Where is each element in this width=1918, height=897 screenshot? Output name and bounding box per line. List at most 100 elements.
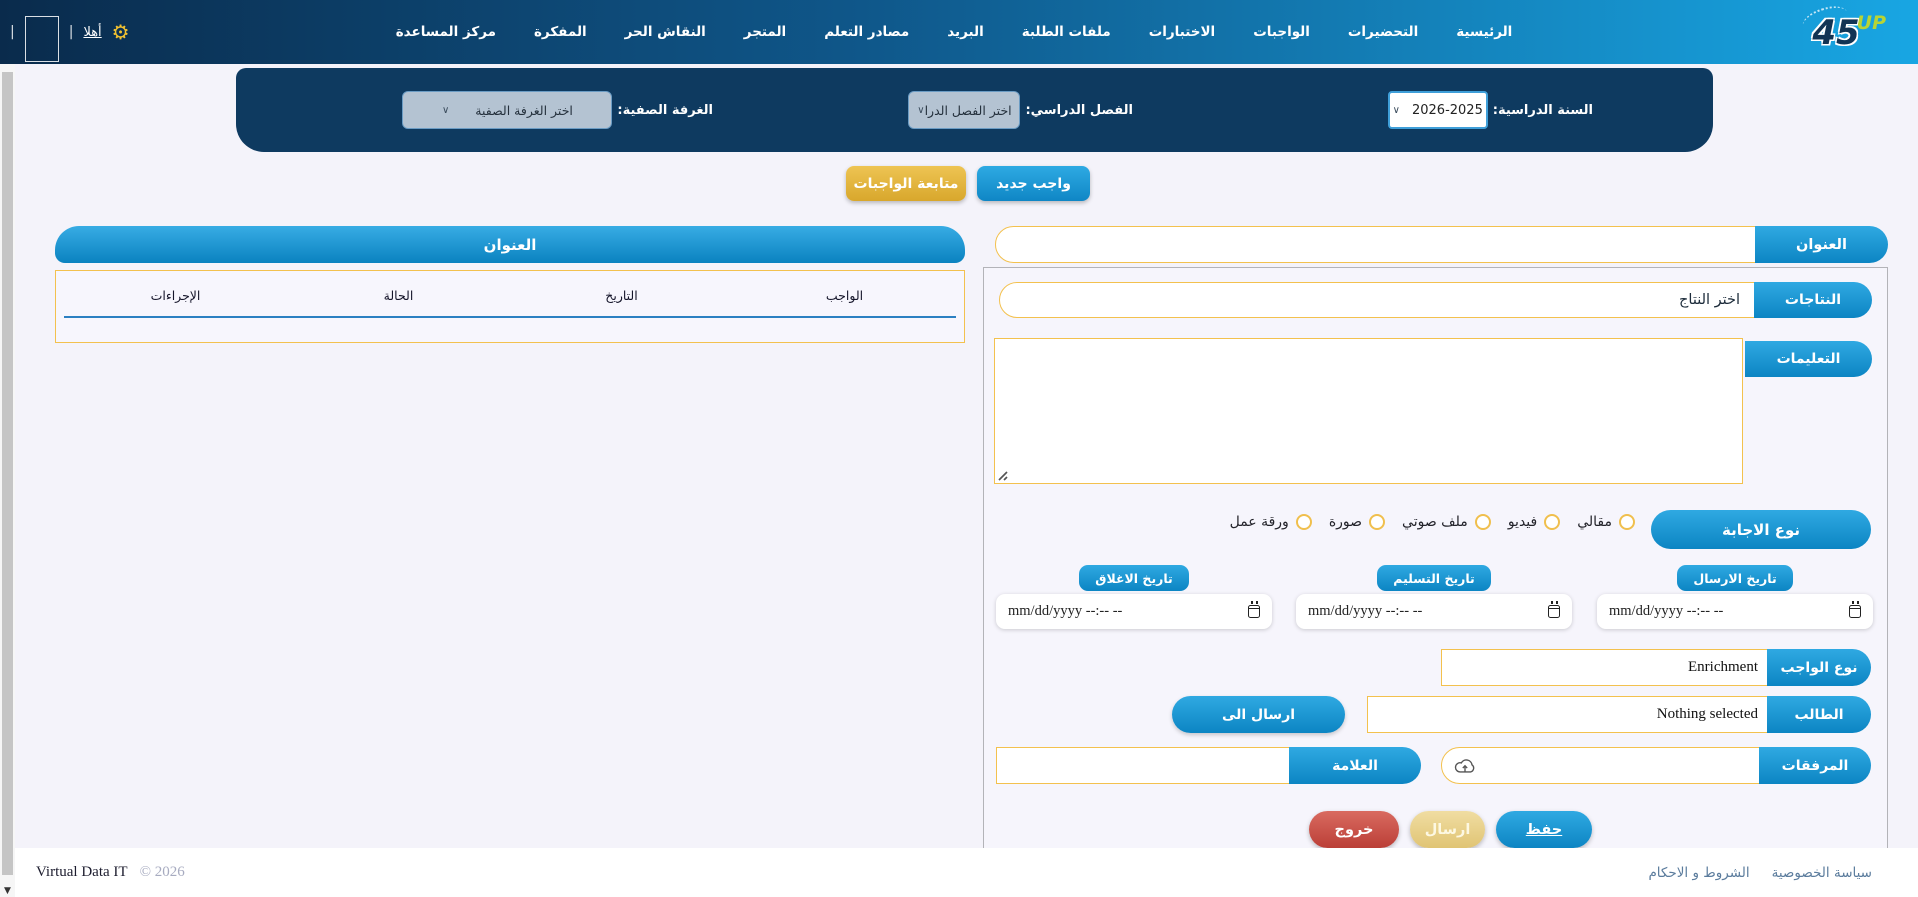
answer-type-audio[interactable]: ملف صوتي — [1402, 514, 1491, 530]
title-label: العنوان — [1755, 226, 1888, 263]
chevron-down-icon: ∨ — [917, 105, 924, 116]
nav-item-exams[interactable]: الاختبارات — [1149, 24, 1215, 40]
instructions-label: التعليمات — [1745, 341, 1872, 377]
exit-button[interactable]: خروج — [1309, 811, 1399, 848]
classroom-filter-group: الغرفة الصفية: اختر الغرفة الصفية ∨ — [402, 90, 713, 130]
classroom-select[interactable]: اختر الغرفة الصفية ∨ — [402, 91, 612, 129]
answer-type-essay[interactable]: مقالي — [1577, 514, 1635, 530]
logo-up-text: UP — [1857, 14, 1886, 33]
classroom-label: الغرفة الصفية: — [617, 103, 713, 118]
answer-type-options: مقالي فيديو ملف صوتي صورة ورقة عمل — [1230, 514, 1635, 530]
answer-type-worksheet[interactable]: ورقة عمل — [1230, 514, 1312, 530]
delivery-date-value: mm/dd/yyyy --:-- -- — [1308, 603, 1422, 620]
new-assignment-button[interactable]: واجب جديد — [977, 166, 1090, 201]
attachments-upload-area[interactable] — [1441, 747, 1761, 784]
avatar[interactable] — [25, 16, 59, 62]
save-button[interactable]: حفظ — [1496, 811, 1592, 848]
attachments-label: المرفقات — [1759, 747, 1871, 784]
nav-item-home[interactable]: الرئيسية — [1456, 24, 1512, 40]
assignment-type-input[interactable] — [1441, 649, 1769, 686]
semester-filter-group: الفصل الدراسي: اختر الفصل الدرا ∨ — [908, 90, 1133, 130]
terms-link[interactable]: الشروط و الاحكام — [1648, 865, 1749, 881]
year-label: السنة الدراسية: — [1493, 103, 1593, 118]
answer-type-image[interactable]: صورة — [1329, 514, 1385, 530]
column-assignment: الواجب — [733, 288, 956, 303]
privacy-policy-link[interactable]: سياسة الخصوصية — [1772, 865, 1872, 881]
closing-date-input[interactable]: mm/dd/yyyy --:-- -- — [996, 594, 1272, 629]
answer-type-image-label: صورة — [1329, 514, 1362, 530]
student-label: الطالب — [1767, 696, 1871, 733]
radio-icon[interactable] — [1475, 514, 1491, 530]
answer-type-video[interactable]: فيديو — [1508, 514, 1560, 530]
nav-item-discussion[interactable]: النقاش الحر — [625, 24, 706, 40]
radio-icon[interactable] — [1369, 514, 1385, 530]
chevron-down-icon: ∨ — [1393, 105, 1400, 116]
calendar-icon[interactable] — [1849, 605, 1861, 618]
delivery-date-input[interactable]: mm/dd/yyyy --:-- -- — [1296, 594, 1572, 629]
nav-item-notebook[interactable]: المفكرة — [534, 24, 587, 40]
form-buttons-row: حفظ ارسال خروج — [1309, 811, 1592, 848]
nav-item-store[interactable]: المتجر — [744, 24, 786, 40]
assignment-form-panel: النتاجات التعليمات نوع الاجابة مقالي فيد… — [983, 267, 1888, 855]
nav-item-assignments[interactable]: الواجبات — [1253, 24, 1310, 40]
assignments-table: الواجب التاريخ الحالة الإجراءات — [55, 270, 965, 343]
app-logo[interactable]: 45 UP — [1812, 16, 1886, 50]
nav-item-learning-resources[interactable]: مصادر التعلم — [824, 24, 909, 40]
action-buttons-row: واجب جديد متابعة الواجبات — [846, 166, 1090, 201]
nav-item-mail[interactable]: البريد — [947, 24, 983, 40]
footer-links: سياسة الخصوصية الشروط و الاحكام — [1648, 865, 1872, 881]
year-filter-group: السنة الدراسية: 2026-2025 ∨ — [1388, 90, 1593, 130]
column-actions: الإجراءات — [64, 288, 287, 303]
greeting-link[interactable]: أهلا — [83, 25, 101, 40]
closing-date-value: mm/dd/yyyy --:-- -- — [1008, 603, 1122, 620]
classroom-select-value: اختر الغرفة الصفية — [475, 103, 573, 118]
upload-cloud-icon — [1454, 757, 1476, 774]
instructions-textarea[interactable] — [994, 338, 1743, 484]
top-navbar: 45 UP الرئيسية التحضيرات الواجبات الاختب… — [0, 0, 1918, 64]
mark-input[interactable] — [996, 747, 1291, 784]
send-button[interactable]: ارسال — [1410, 811, 1485, 848]
answer-type-essay-label: مقالي — [1577, 514, 1612, 530]
semester-select[interactable]: اختر الفصل الدرا ∨ — [908, 91, 1020, 129]
calendar-icon[interactable] — [1548, 605, 1560, 618]
answer-type-worksheet-label: ورقة عمل — [1230, 514, 1289, 530]
nav-item-preparations[interactable]: التحضيرات — [1348, 24, 1418, 40]
separator: | — [69, 24, 74, 40]
outcomes-input[interactable] — [999, 282, 1757, 318]
separator: | — [10, 24, 15, 40]
closing-date-label: تاريخ الاغلاق — [1079, 565, 1188, 591]
title-input[interactable] — [995, 226, 1758, 263]
delivery-date-group: تاريخ التسليم mm/dd/yyyy --:-- -- — [1296, 565, 1572, 629]
nav-item-help-center[interactable]: مركز المساعدة — [396, 24, 496, 40]
answer-type-audio-label: ملف صوتي — [1402, 514, 1468, 530]
assignments-list-header: العنوان — [55, 226, 965, 263]
radio-icon[interactable] — [1544, 514, 1560, 530]
gear-icon[interactable]: ⚙ — [112, 22, 130, 42]
page: 45 UP الرئيسية التحضيرات الواجبات الاختب… — [0, 0, 1918, 897]
user-area: ⚙ أهلا | | — [10, 16, 130, 48]
student-input[interactable] — [1367, 696, 1769, 733]
copyright-text: © 2026 — [140, 864, 185, 881]
footer-company-area: Virtual Data IT © 2026 — [36, 864, 185, 881]
semester-label: الفصل الدراسي: — [1025, 103, 1133, 118]
send-date-group: تاريخ الارسال mm/dd/yyyy --:-- -- — [1597, 565, 1873, 629]
chevron-down-icon: ∨ — [442, 105, 449, 116]
scrollbar-thumb[interactable] — [2, 72, 13, 875]
send-to-button[interactable]: ارسال الى — [1172, 696, 1345, 733]
follow-assignments-button[interactable]: متابعة الواجبات — [846, 166, 966, 201]
send-date-input[interactable]: mm/dd/yyyy --:-- -- — [1597, 594, 1873, 629]
year-select[interactable]: 2026-2025 ∨ — [1388, 91, 1488, 129]
vertical-scrollbar[interactable]: ▼ — [0, 64, 15, 897]
scrollbar-down-arrow[interactable]: ▼ — [0, 886, 15, 896]
instructions-field-wrap — [994, 338, 1743, 484]
radio-icon[interactable] — [1619, 514, 1635, 530]
assignments-table-header-row: الواجب التاريخ الحالة الإجراءات — [64, 271, 956, 318]
calendar-icon[interactable] — [1248, 605, 1260, 618]
column-status: الحالة — [287, 288, 510, 303]
nav-item-student-files[interactable]: ملفات الطلبة — [1022, 24, 1111, 40]
closing-date-group: تاريخ الاغلاق mm/dd/yyyy --:-- -- — [996, 565, 1272, 629]
column-date: التاريخ — [510, 288, 733, 303]
radio-icon[interactable] — [1296, 514, 1312, 530]
answer-type-label: نوع الاجابة — [1651, 510, 1871, 549]
company-name: Virtual Data IT — [36, 864, 128, 881]
